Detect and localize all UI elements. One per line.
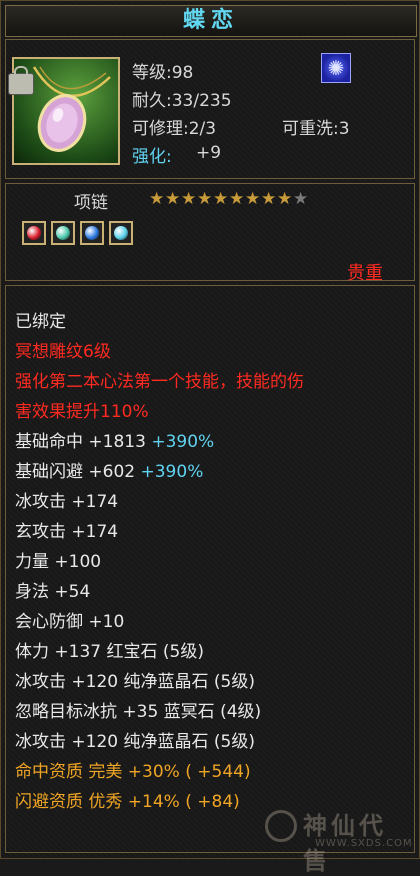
attribute-text: 害效果提升110% bbox=[15, 402, 149, 422]
attribute-line: 体力 +137 红宝石 (5级) bbox=[15, 637, 204, 662]
star-filled-icon: ★ bbox=[149, 189, 165, 209]
attribute-line: 已绑定 bbox=[15, 307, 66, 332]
item-enhance-label: 强化: bbox=[132, 147, 172, 167]
attribute-text: 玄攻击 +174 bbox=[15, 522, 119, 542]
watermark-url: WWW.SXDS.COM bbox=[315, 838, 413, 849]
star-filled-icon: ★ bbox=[229, 189, 245, 209]
attribute-text: 体力 +137 红宝石 (5级) bbox=[15, 642, 204, 662]
rarity-label: 贵重 bbox=[347, 263, 383, 284]
attribute-text: 身法 +54 bbox=[15, 582, 91, 602]
attribute-line: 强化第二本心法第一个技能，技能的伤 bbox=[15, 367, 304, 392]
cyan-gem-icon bbox=[109, 221, 133, 245]
attribute-text: 忽略目标冰抗 +35 蓝冥石 (4级) bbox=[15, 702, 262, 722]
blue-gem-icon bbox=[80, 221, 104, 245]
attribute-line: 玄攻击 +174 bbox=[15, 517, 118, 542]
attribute-text: 基础命中 +1813 bbox=[15, 432, 152, 452]
attribute-line: 冰攻击 +120 纯净蓝晶石 (5级) bbox=[15, 667, 255, 692]
star-filled-icon: ★ bbox=[197, 189, 213, 209]
attribute-line: 身法 +54 bbox=[15, 577, 90, 602]
green-gem-icon bbox=[51, 221, 75, 245]
attribute-line: 忽略目标冰抗 +35 蓝冥石 (4级) bbox=[15, 697, 261, 722]
attribute-text: 强化第二本心法第一个技能，技能的伤 bbox=[15, 372, 304, 392]
item-durability: 耐久:33/235 bbox=[132, 91, 232, 111]
attribute-line: 命中资质 完美 +30% ( +544) bbox=[15, 757, 251, 782]
star-filled-icon: ★ bbox=[165, 189, 181, 209]
star-rating: ★ ★ ★ ★ ★ ★ ★ ★ ★ ★ bbox=[149, 189, 308, 211]
star-filled-icon: ★ bbox=[245, 189, 261, 209]
attribute-line: 冰攻击 +174 bbox=[15, 487, 118, 512]
attribute-line: 会心防御 +10 bbox=[15, 607, 124, 632]
attribute-line: 闪避资质 优秀 +14% ( +84) bbox=[15, 787, 240, 812]
attribute-text: +390% bbox=[151, 432, 215, 452]
attribute-text: 冥想雕纹6级 bbox=[15, 342, 111, 362]
soul-sigil-icon: ✺ bbox=[321, 53, 351, 83]
attribute-line: 冰攻击 +120 纯净蓝晶石 (5级) bbox=[15, 727, 255, 752]
star-empty-icon: ★ bbox=[293, 189, 309, 209]
attribute-text: 冰攻击 +120 纯净蓝晶石 (5级) bbox=[15, 732, 255, 752]
attribute-line: 冥想雕纹6级 bbox=[15, 337, 111, 362]
item-rewash-count: 可重洗:3 bbox=[282, 119, 350, 139]
attribute-text: 力量 +100 bbox=[15, 552, 102, 572]
star-filled-icon: ★ bbox=[277, 189, 293, 209]
attribute-text: 闪避资质 优秀 +14% ( +84) bbox=[15, 792, 240, 812]
attribute-line: 基础命中 +1813 +390% bbox=[15, 427, 214, 452]
attribute-text: 命中资质 完美 +30% ( +544) bbox=[15, 762, 251, 782]
site-watermark: 神仙代售 WWW.SXDS.COM bbox=[263, 806, 413, 875]
red-gem-icon bbox=[22, 221, 46, 245]
star-filled-icon: ★ bbox=[213, 189, 229, 209]
item-level: 等级:98 bbox=[132, 63, 194, 83]
attribute-text: 冰攻击 +174 bbox=[15, 492, 119, 512]
attribute-text: 会心防御 +10 bbox=[15, 612, 125, 632]
attribute-line: 基础闪避 +602 +390% bbox=[15, 457, 203, 482]
item-repair-count: 可修理:2/3 bbox=[132, 119, 217, 139]
attribute-text: 基础闪避 +602 bbox=[15, 462, 141, 482]
attribute-text: +390% bbox=[140, 462, 204, 482]
item-tooltip-panel: 蝶恋 等级:98 耐久:33/235 可修理:2/3 可重洗:3 强化: +9 … bbox=[0, 0, 420, 875]
watermark-logo-icon bbox=[265, 810, 297, 842]
attribute-line: 力量 +100 bbox=[15, 547, 101, 572]
star-filled-icon: ★ bbox=[181, 189, 197, 209]
gem-slots bbox=[22, 221, 133, 245]
star-filled-icon: ★ bbox=[261, 189, 277, 209]
item-enhance-value: +9 bbox=[196, 143, 222, 163]
item-type: 项链 bbox=[74, 193, 108, 213]
attribute-text: 冰攻击 +120 纯净蓝晶石 (5级) bbox=[15, 672, 255, 692]
item-title: 蝶恋 bbox=[5, 5, 417, 37]
attribute-text: 已绑定 bbox=[15, 312, 66, 332]
bound-lock-icon bbox=[8, 66, 34, 95]
attribute-line: 害效果提升110% bbox=[15, 397, 149, 422]
